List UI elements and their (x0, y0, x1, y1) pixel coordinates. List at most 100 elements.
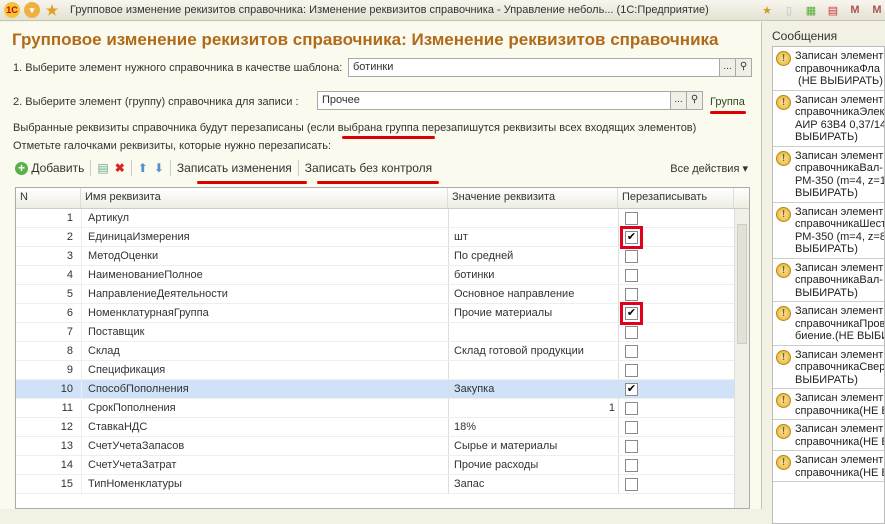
attribute-value[interactable]: Закупка (448, 380, 618, 398)
search-icon[interactable]: ⚲ (686, 91, 703, 110)
table-row[interactable]: 10 СпособПополнения Закупка ✔ (16, 380, 749, 399)
attribute-value[interactable]: По средней (448, 247, 618, 265)
vertical-scrollbar[interactable] (734, 209, 749, 508)
memory-icon[interactable]: M (847, 2, 863, 18)
message-item[interactable]: ! Записан элемент справочникаШест РМ-350 … (773, 203, 884, 259)
overwrite-checkbox[interactable]: ✔ (625, 382, 638, 396)
table-row[interactable]: 5 НаправлениеДеятельности Основное напра… (16, 285, 749, 304)
overwrite-checkbox[interactable] (625, 325, 638, 339)
overwrite-checkbox[interactable]: ✔ (620, 225, 643, 249)
attribute-value[interactable]: 1 (448, 399, 618, 417)
table-row[interactable]: 6 НоменклатурнаяГруппа Прочие материалы … (16, 301, 749, 325)
message-item[interactable]: ! Записан элемент справочника(НЕ В (773, 420, 884, 451)
template-element-field[interactable]: ботинки (348, 58, 720, 77)
all-actions-menu[interactable]: Все действия ▾ (670, 162, 748, 175)
message-item[interactable]: ! Записан элемент справочникаВал- РМ-350 … (773, 147, 884, 203)
message-item[interactable]: ! Записан элемент справочникаВал- ВЫБИРАТ… (773, 259, 884, 302)
overwrite-checkbox[interactable] (625, 439, 638, 453)
table-row[interactable]: 2 ЕдиницаИзмерения шт ✔ (16, 225, 749, 249)
table-row[interactable]: 11 СрокПополнения 1 (16, 399, 749, 418)
table-row[interactable]: 1 Артикул (16, 209, 749, 228)
attribute-name[interactable]: ЕдиницаИзмерения (81, 228, 448, 246)
move-down-icon[interactable]: ⬇ (154, 161, 164, 175)
scrollbar-thumb[interactable] (737, 224, 747, 344)
search-icon[interactable]: ⚲ (735, 58, 752, 77)
message-item[interactable]: ! Записан элемент справочника(НЕ В (773, 389, 884, 420)
write-without-control-button[interactable]: Записать без контроля (305, 161, 432, 175)
attribute-name[interactable]: НоменклатурнаяГруппа (81, 304, 448, 322)
history-icon[interactable]: ▯ (781, 2, 797, 18)
overwrite-checkbox[interactable] (625, 363, 638, 377)
overwrite-checkbox[interactable] (625, 401, 638, 415)
overwrite-checkbox[interactable] (625, 458, 638, 472)
attribute-name[interactable]: Спецификация (81, 361, 448, 379)
attribute-value[interactable] (448, 209, 618, 227)
attribute-name[interactable]: СчетУчетаЗапасов (81, 437, 448, 455)
app-logo-icon[interactable]: 1C (4, 2, 20, 18)
add-button[interactable]: + Добавить (15, 161, 84, 175)
column-header-n[interactable]: N (16, 188, 81, 208)
attribute-name[interactable]: Склад (81, 342, 448, 360)
attribute-name[interactable]: ТипНоменклатуры (81, 475, 448, 493)
memory-plus-icon[interactable]: M (869, 2, 885, 18)
column-header-name[interactable]: Имя реквизита (81, 188, 448, 208)
attribute-value[interactable]: шт (448, 228, 618, 246)
attribute-name[interactable]: НаименованиеПолное (81, 266, 448, 284)
attribute-name[interactable]: МетодОценки (81, 247, 448, 265)
attribute-value[interactable]: Сырье и материалы (448, 437, 618, 455)
attribute-name[interactable]: СпособПополнения (81, 380, 448, 398)
table-row[interactable]: 15 ТипНоменклатуры Запас (16, 475, 749, 494)
overwrite-checkbox[interactable] (625, 268, 638, 282)
write-changes-button[interactable]: Записать изменения (177, 161, 292, 175)
attribute-name[interactable]: НаправлениеДеятельности (81, 285, 448, 303)
attribute-value[interactable]: ботинки (448, 266, 618, 284)
overwrite-checkbox[interactable] (625, 249, 638, 263)
attribute-value[interactable]: 18% (448, 418, 618, 436)
table-row[interactable]: 9 Спецификация (16, 361, 749, 380)
table-row[interactable]: 12 СтавкаНДС 18% (16, 418, 749, 437)
column-header-overwrite[interactable]: Перезаписывать (618, 188, 734, 208)
attribute-value[interactable] (448, 323, 618, 341)
menu-dropdown-icon[interactable]: ▾ (24, 2, 40, 18)
message-item[interactable]: ! Записан элемент справочникаПров биение.… (773, 302, 884, 346)
attribute-name[interactable]: СтавкаНДС (81, 418, 448, 436)
overwrite-checkbox[interactable] (625, 211, 638, 225)
calendar-icon[interactable]: ▤ (825, 2, 841, 18)
calculator-icon[interactable]: ▦ (803, 2, 819, 18)
attribute-value[interactable] (448, 361, 618, 379)
table-row[interactable]: 4 НаименованиеПолное ботинки (16, 266, 749, 285)
table-row[interactable]: 8 Склад Склад готовой продукции (16, 342, 749, 361)
table-row[interactable]: 3 МетодОценки По средней (16, 247, 749, 266)
overwrite-checkbox[interactable]: ✔ (620, 301, 643, 325)
message-item[interactable]: ! Записан элемент справочникаЭлек АИР 63В… (773, 91, 884, 147)
attribute-name[interactable]: СчетУчетаЗатрат (81, 456, 448, 474)
column-header-value[interactable]: Значение реквизита (448, 188, 618, 208)
target-element-field[interactable]: Прочее (317, 91, 671, 110)
table-row[interactable]: 14 СчетУчетаЗатрат Прочие расходы (16, 456, 749, 475)
attribute-value[interactable]: Склад готовой продукции (448, 342, 618, 360)
group-link[interactable]: Группа (710, 96, 745, 108)
attribute-name[interactable]: Поставщик (81, 323, 448, 341)
table-row[interactable]: 7 Поставщик (16, 323, 749, 342)
select-button[interactable]: ... (670, 91, 687, 110)
message-item[interactable]: ! Записан элемент справочникаФла (НЕ ВЫБИ… (773, 47, 884, 91)
move-up-icon[interactable]: ⬆ (138, 161, 148, 175)
attribute-value[interactable]: Прочие материалы (448, 304, 618, 322)
message-item[interactable]: ! Записан элемент справочникаСвер ВЫБИРАТ… (773, 346, 884, 389)
delete-icon[interactable]: ✖ (115, 161, 125, 175)
favorite-star-icon[interactable]: ★ (44, 2, 60, 18)
attribute-value[interactable]: Прочие расходы (448, 456, 618, 474)
overwrite-checkbox[interactable] (625, 344, 638, 358)
message-item[interactable]: ! Записан элемент справочника(НЕ В (773, 451, 884, 482)
select-button[interactable]: ... (719, 58, 736, 77)
attribute-value[interactable]: Запас (448, 475, 618, 493)
table-row[interactable]: 13 СчетУчетаЗапасов Сырье и материалы (16, 437, 749, 456)
attribute-name[interactable]: СрокПополнения (81, 399, 448, 417)
copy-icon[interactable]: ▤ (97, 161, 108, 175)
attribute-value[interactable]: Основное направление (448, 285, 618, 303)
overwrite-checkbox[interactable] (625, 420, 638, 434)
overwrite-checkbox[interactable] (625, 287, 638, 301)
overwrite-checkbox[interactable] (625, 477, 638, 491)
add-favorite-icon[interactable]: ★ (759, 2, 775, 18)
attribute-name[interactable]: Артикул (81, 209, 448, 227)
